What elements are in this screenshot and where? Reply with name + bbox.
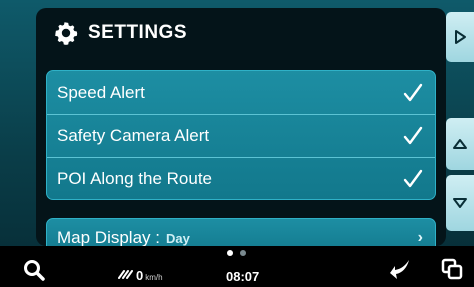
windows-icon: [441, 258, 463, 280]
triangle-down-icon: [453, 198, 467, 208]
panel-title: SETTINGS: [54, 19, 187, 47]
setting-speed-alert[interactable]: Speed Alert: [47, 71, 435, 114]
search-icon: [24, 260, 45, 281]
gear-icon: [55, 22, 78, 45]
map-display-label: Map Display :: [57, 228, 160, 246]
scroll-up-button[interactable]: [446, 118, 474, 170]
clock: 08:07: [226, 269, 260, 284]
page-dot: [240, 250, 246, 256]
settings-panel: SETTINGS Speed Alert Safety Camera Alert…: [36, 8, 446, 246]
back-button[interactable]: [388, 256, 414, 282]
speed-value: 0: [136, 268, 144, 283]
switch-view-button[interactable]: [440, 257, 464, 281]
scroll-down-button[interactable]: [446, 175, 474, 231]
side-next-button[interactable]: [446, 12, 474, 62]
setting-label: Safety Camera Alert: [57, 126, 210, 145]
chevron-right-icon: ›: [417, 229, 423, 246]
setting-poi-along-route[interactable]: POI Along the Route: [47, 157, 435, 199]
triangle-right-icon: [455, 30, 466, 44]
map-display-value: Day: [165, 231, 190, 246]
page-indicator: [227, 250, 246, 256]
page-dot-active: [227, 250, 233, 256]
settings-toggle-group: Speed Alert Safety Camera Alert POI Alon…: [46, 70, 436, 200]
panel-title-text: SETTINGS: [88, 22, 188, 43]
checkmark-icon: [403, 83, 423, 101]
setting-label: POI Along the Route: [57, 169, 212, 188]
map-display-text: Map Display : Day: [57, 228, 190, 246]
search-button[interactable]: [22, 258, 46, 282]
setting-safety-camera-alert[interactable]: Safety Camera Alert: [47, 114, 435, 157]
speed-icon: [118, 270, 133, 279]
speed-unit: km/h: [145, 273, 163, 282]
checkmark-icon: [403, 126, 423, 145]
speed-readout: 0 km/h: [118, 268, 163, 283]
triangle-up-icon: [453, 139, 467, 149]
checkmark-icon: [403, 169, 423, 188]
setting-label: Speed Alert: [57, 82, 145, 102]
back-arrow-icon: [390, 260, 409, 279]
map-display-row[interactable]: Map Display : Day ›: [46, 218, 436, 246]
